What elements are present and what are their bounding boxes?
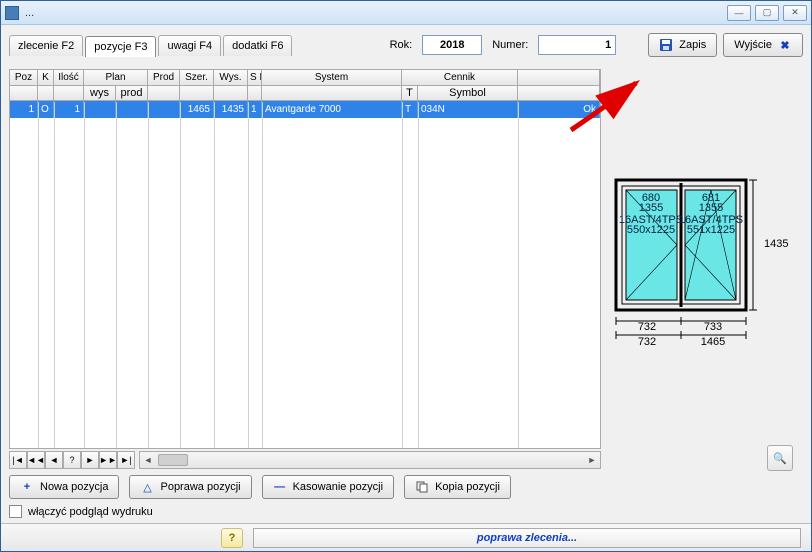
pv-l-v4: 550x1225 [627, 224, 675, 236]
titlebar: ... — ▢ ✕ [1, 1, 811, 25]
cell-k: O [38, 101, 54, 118]
th-prod[interactable]: Prod [148, 70, 180, 85]
wyjscie-label: Wyjście [734, 39, 772, 51]
th-szer[interactable]: Szer. [180, 70, 214, 85]
scroll-left-icon: ◄ [140, 452, 156, 468]
pv-b2-l: 732 [638, 336, 656, 348]
print-preview-label: włączyć podgląd wydruku [28, 506, 153, 518]
nav-first[interactable]: |◄ [9, 451, 27, 469]
nav-last[interactable]: ►| [117, 451, 135, 469]
th-rest[interactable] [518, 70, 600, 85]
nowa-label: Nowa pozycja [40, 481, 108, 493]
scroll-thumb[interactable] [158, 454, 188, 466]
window-preview: 680 1355 16AST/4TPS 550x1225 681 1355 16… [611, 175, 791, 368]
tab-zlecenie[interactable]: zlecenie F2 [9, 35, 83, 56]
scroll-right-icon: ► [584, 452, 600, 468]
h-scrollbar[interactable]: ◄ ► [139, 451, 601, 469]
cell-ilosc: 1 [54, 101, 84, 118]
tab-pozycje[interactable]: pozycje F3 [85, 36, 156, 57]
status-text: poprawa zlecenia... [253, 528, 801, 548]
minimize-button[interactable]: — [727, 5, 751, 21]
help-icon: ? [229, 532, 236, 544]
kopia-pozycji-button[interactable]: Kopia pozycji [404, 475, 511, 499]
numer-input[interactable] [538, 35, 616, 55]
nav-back[interactable]: ◄ [45, 451, 63, 469]
cell-cennik-symbol: 034N [418, 101, 518, 118]
cell-plan-wys [84, 101, 116, 118]
close-button[interactable]: ✕ [783, 5, 807, 21]
cell-system: Avantgarde 7000 [262, 101, 402, 118]
th-cennik-t[interactable]: T [402, 86, 418, 100]
cell-plan-prod [116, 101, 148, 118]
th-plan-prod[interactable]: prod [116, 86, 148, 100]
magnifier-icon: 🔍 [773, 452, 787, 465]
nav-fastback[interactable]: ◄◄ [27, 451, 45, 469]
th-cennik[interactable]: Cennik [402, 70, 518, 85]
plus-icon: + [20, 480, 34, 494]
tab-bar: zlecenie F2 pozycje F3 uwagi F4 dodatki … [9, 35, 292, 56]
th-k[interactable]: K [38, 70, 54, 85]
minus-icon: — [273, 480, 287, 494]
rok-input[interactable] [422, 35, 482, 55]
status-bar: ? poprawa zlecenia... [1, 523, 811, 551]
th-wys[interactable]: Wys. [214, 70, 248, 85]
kasowanie-label: Kasowanie pozycji [293, 481, 384, 493]
poprawa-label: Poprawa pozycji [160, 481, 240, 493]
pv-b-r: 733 [704, 321, 722, 333]
th-plan-wys[interactable]: wys [84, 86, 116, 100]
pv-l-v2: 1355 [639, 202, 663, 214]
kopia-label: Kopia pozycji [435, 481, 500, 493]
pv-b-l: 732 [638, 321, 656, 333]
window-title: ... [25, 7, 727, 19]
th-ilosc[interactable]: Ilość [54, 70, 84, 85]
nowa-pozycja-button[interactable]: + Nowa pozycja [9, 475, 119, 499]
cell-cennik-t: T [402, 101, 418, 118]
cell-wys: 1435 [214, 101, 248, 118]
triangle-icon: △ [140, 480, 154, 494]
th-cennik-symbol[interactable]: Symbol [418, 86, 518, 100]
copy-icon [415, 480, 429, 494]
close-icon: ✖ [778, 38, 792, 52]
pv-height: 1435 [764, 238, 788, 250]
zapis-button[interactable]: Zapis [648, 33, 717, 57]
th-system[interactable]: System [262, 70, 402, 85]
cell-poz: 1 [10, 101, 38, 118]
maximize-button[interactable]: ▢ [755, 5, 779, 21]
kasowanie-pozycji-button[interactable]: — Kasowanie pozycji [262, 475, 395, 499]
nav-fastfwd[interactable]: ►► [99, 451, 117, 469]
cell-prod [148, 101, 180, 118]
cell-szer: 1465 [180, 101, 214, 118]
app-icon [5, 6, 19, 20]
nav-query[interactable]: ? [63, 451, 81, 469]
print-preview-checkbox[interactable] [9, 505, 22, 518]
th-sp[interactable]: S P [248, 70, 262, 85]
cell-sp: 1 [248, 101, 262, 118]
th-poz[interactable]: Poz [10, 70, 38, 85]
zapis-label: Zapis [679, 39, 706, 51]
zoom-button[interactable]: 🔍 [767, 445, 793, 471]
wyjscie-button[interactable]: Wyjście ✖ [723, 33, 803, 57]
help-button[interactable]: ? [221, 528, 243, 548]
tab-dodatki[interactable]: dodatki F6 [223, 35, 292, 56]
pv-r-v2: 1355 [699, 202, 723, 214]
pv-r-v4: 551x1225 [687, 224, 735, 236]
cell-rest: Ok [518, 101, 600, 118]
poprawa-pozycji-button[interactable]: △ Poprawa pozycji [129, 475, 251, 499]
nav-fwd[interactable]: ► [81, 451, 99, 469]
numer-label: Numer: [488, 39, 532, 51]
th-plan[interactable]: Plan [84, 70, 148, 85]
positions-table[interactable]: Poz K Ilość Plan Prod Szer. Wys. S P Sys… [9, 69, 601, 449]
table-row[interactable]: 1 O 1 1465 1435 1 Avantgarde 7000 T 034N… [10, 101, 600, 118]
rok-label: Rok: [386, 39, 417, 51]
record-navigator: |◄ ◄◄ ◄ ? ► ►► ►| ◄ ► [9, 451, 601, 469]
save-icon [659, 38, 673, 52]
tab-uwagi[interactable]: uwagi F4 [158, 35, 221, 56]
pv-b2-r: 1465 [701, 336, 725, 348]
